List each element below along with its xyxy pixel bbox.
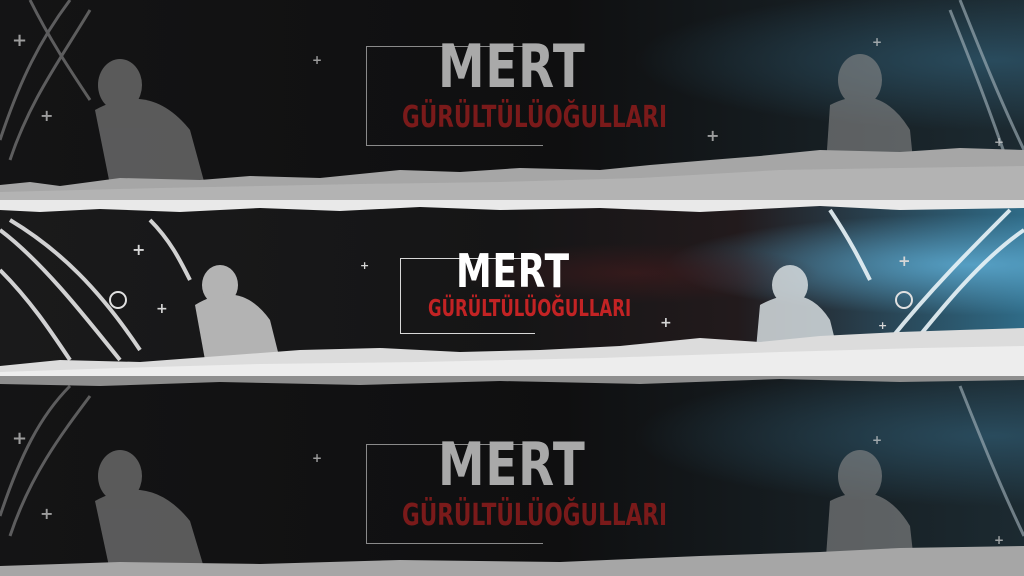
plus-sparkle-icon: +: [132, 240, 146, 259]
plus-sparkle-icon: +: [706, 126, 720, 145]
channel-logo: MERT GÜRÜLTÜLÜOĞULLARI: [400, 244, 640, 342]
plus-sparkle-icon: +: [12, 30, 28, 51]
banner-preview-top: + + + + + + MERT GÜRÜLTÜLÜOĞULLARI: [0, 0, 1024, 200]
logo-first-name: MERT: [438, 430, 586, 500]
plus-sparkle-icon: +: [872, 433, 883, 447]
channel-logo: MERT GÜRÜLTÜLÜOĞULLARI: [366, 32, 667, 158]
logo-first-name: MERT: [456, 244, 570, 298]
logo-surname: GÜRÜLTÜLÜOĞULLARI: [402, 100, 667, 135]
plus-sparkle-icon: +: [40, 106, 54, 125]
plus-sparkle-icon: +: [156, 301, 168, 317]
channel-logo: MERT GÜRÜLTÜLÜOĞULLARI: [366, 430, 667, 556]
plus-sparkle-icon: +: [12, 428, 28, 449]
plus-sparkle-icon: +: [312, 53, 323, 67]
plus-sparkle-icon: +: [878, 319, 888, 332]
banner-preview-bottom: + + + + + MERT GÜRÜLTÜLÜOĞULLARI: [0, 376, 1024, 576]
logo-first-name: MERT: [438, 32, 586, 102]
plus-sparkle-icon: +: [872, 35, 883, 49]
logo-surname: GÜRÜLTÜLÜOĞULLARI: [402, 498, 667, 533]
logo-surname: GÜRÜLTÜLÜOĞULLARI: [428, 296, 632, 322]
plus-sparkle-icon: +: [40, 504, 54, 523]
plus-sparkle-icon: +: [360, 259, 370, 272]
plus-sparkle-icon: +: [994, 533, 1005, 547]
plus-sparkle-icon: +: [994, 135, 1005, 149]
banner-preview-main: + + + + + + MERT GÜRÜLTÜLÜOĞULLARI: [0, 200, 1024, 376]
plus-sparkle-icon: +: [660, 315, 672, 331]
plus-sparkle-icon: +: [312, 451, 323, 465]
banner-mockup: + + + + + + MERT GÜRÜLTÜLÜOĞULLARI + + +…: [0, 0, 1024, 576]
plus-sparkle-icon: +: [898, 252, 911, 270]
